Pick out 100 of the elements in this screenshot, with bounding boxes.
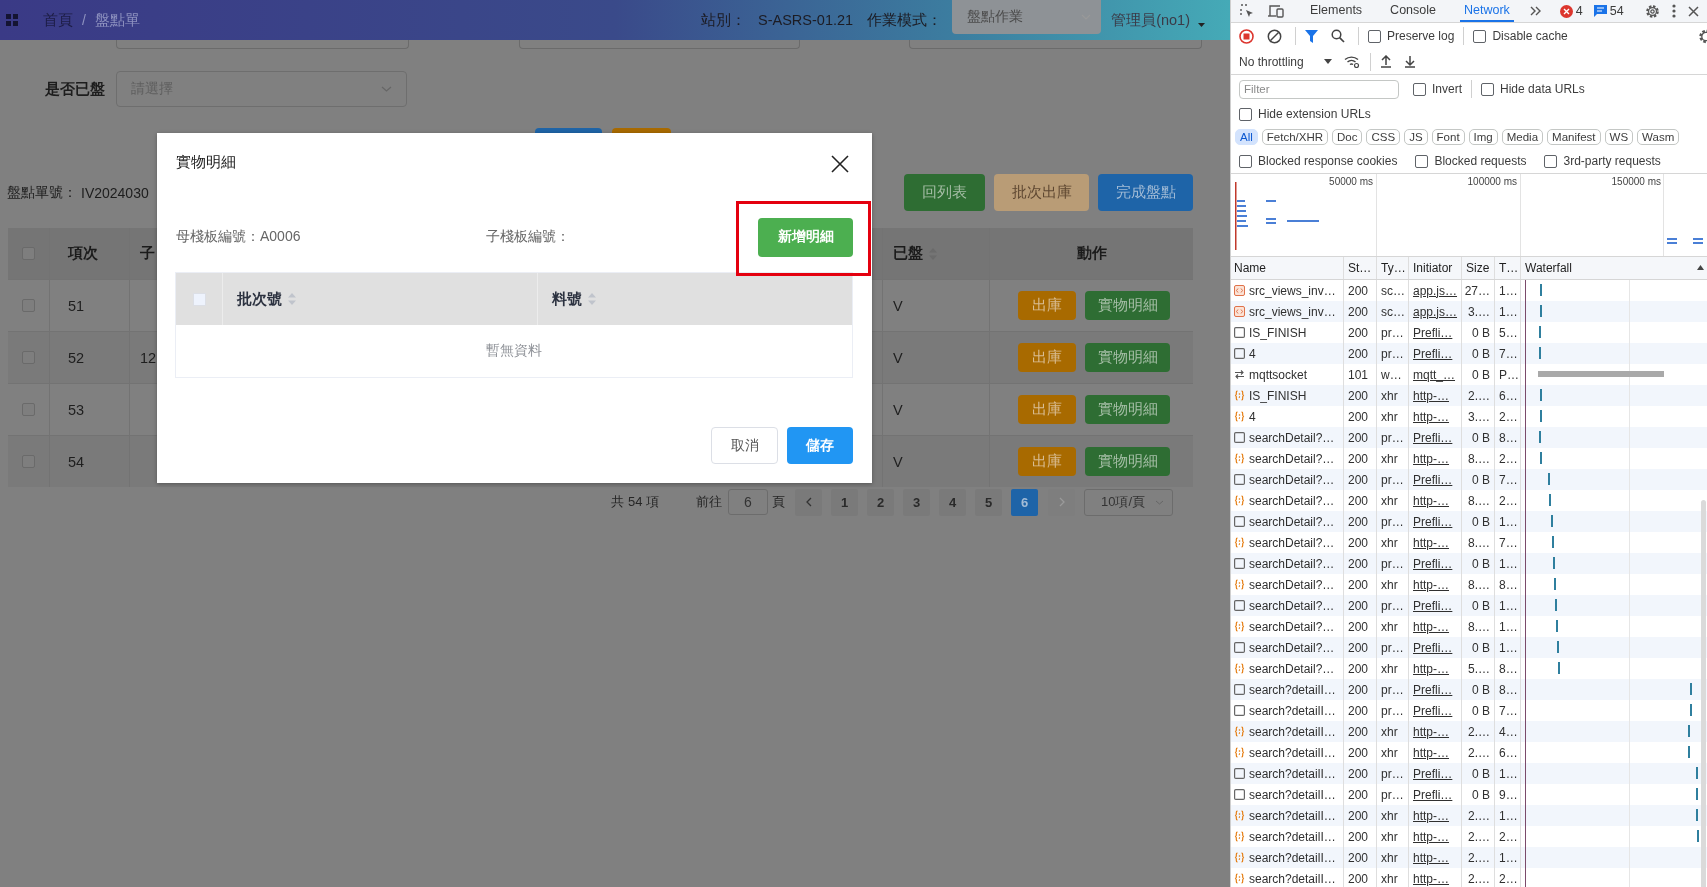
checkbox[interactable]: [1473, 29, 1487, 43]
sort-icon[interactable]: [1697, 265, 1704, 270]
initiator-link[interactable]: app.js…: [1413, 283, 1458, 298]
initiator-link[interactable]: http-…: [1413, 829, 1449, 844]
devtools-tab[interactable]: Elements: [1306, 0, 1367, 22]
type-filter-chip[interactable]: Fetch/XHR: [1261, 129, 1329, 145]
request-name[interactable]: searchDetail?…: [1249, 661, 1335, 676]
checkbox[interactable]: [1544, 154, 1558, 168]
column-header[interactable]: T…: [1495, 257, 1521, 279]
column-header[interactable]: Size: [1462, 257, 1495, 279]
dialog-button[interactable]: 取消: [711, 427, 778, 464]
request-name[interactable]: search?detailI…: [1249, 682, 1336, 697]
initiator-link[interactable]: Prefli…: [1413, 346, 1453, 361]
request-name[interactable]: src_views_inv…: [1249, 283, 1336, 298]
initiator-link[interactable]: mqtt_…: [1413, 367, 1455, 382]
request-name[interactable]: searchDetail?…: [1249, 535, 1335, 550]
input-field[interactable]: [116, 40, 409, 49]
type-filter-chip[interactable]: WS: [1604, 129, 1634, 145]
request-name[interactable]: search?detailI…: [1249, 850, 1336, 865]
type-filter-chip[interactable]: Media: [1501, 129, 1544, 145]
column-header[interactable]: St…: [1344, 257, 1377, 279]
user-menu[interactable]: 管理員(no1): [1111, 10, 1190, 30]
column-header[interactable]: 料號: [552, 289, 596, 309]
clear-icon[interactable]: [1267, 28, 1282, 44]
request-name[interactable]: search?detailI…: [1249, 724, 1336, 739]
checkbox-label[interactable]: 3rd-party requests: [1563, 154, 1661, 168]
initiator-link[interactable]: Prefli…: [1413, 703, 1453, 718]
checkbox[interactable]: [1413, 82, 1426, 96]
request-name[interactable]: 4: [1249, 346, 1256, 361]
download-icon[interactable]: [1403, 55, 1416, 68]
input-field[interactable]: [519, 40, 800, 49]
initiator-link[interactable]: http-…: [1413, 619, 1449, 634]
initiator-link[interactable]: Prefli…: [1413, 787, 1453, 802]
initiator-link[interactable]: http-…: [1413, 661, 1449, 676]
request-name[interactable]: searchDetail?…: [1249, 577, 1335, 592]
initiator-link[interactable]: http-…: [1413, 388, 1449, 403]
initiator-link[interactable]: http-…: [1413, 535, 1449, 550]
request-name[interactable]: search?detailI…: [1249, 766, 1336, 781]
network-conditions-icon[interactable]: [1343, 55, 1360, 68]
initiator-link[interactable]: Prefli…: [1413, 598, 1453, 613]
column-header[interactable]: 已盤: [893, 244, 937, 263]
column-header[interactable]: Waterfall: [1521, 257, 1699, 279]
inspect-icon[interactable]: [1239, 3, 1255, 19]
request-name[interactable]: searchDetail?…: [1249, 451, 1335, 466]
scrollbar[interactable]: [1701, 500, 1706, 887]
initiator-link[interactable]: http-…: [1413, 871, 1449, 886]
filter-icon[interactable]: [1305, 29, 1318, 43]
initiator-link[interactable]: app.js…: [1413, 304, 1458, 319]
error-count[interactable]: 4: [1575, 4, 1583, 18]
type-filter-chip[interactable]: Doc: [1332, 129, 1363, 145]
checkbox[interactable]: [1415, 154, 1429, 168]
error-icon[interactable]: [1559, 4, 1573, 18]
checkbox-label[interactable]: Blocked response cookies: [1258, 154, 1398, 168]
initiator-link[interactable]: http-…: [1413, 745, 1449, 760]
column-header[interactable]: Ty…: [1377, 257, 1409, 279]
checkbox[interactable]: [1368, 29, 1381, 43]
request-name[interactable]: searchDetail?…: [1249, 556, 1335, 571]
settings-icon[interactable]: [1698, 28, 1707, 44]
request-name[interactable]: IS_FINISH: [1249, 325, 1307, 340]
initiator-link[interactable]: Prefli…: [1413, 766, 1453, 781]
type-filter-chip[interactable]: All: [1235, 129, 1258, 145]
checkbox[interactable]: [1481, 82, 1494, 96]
type-filter-chip[interactable]: Manifest: [1547, 129, 1601, 145]
caret-icon[interactable]: [1198, 23, 1205, 27]
search-icon[interactable]: [1331, 29, 1345, 43]
checkbox-label[interactable]: Disable cache: [1492, 29, 1568, 43]
initiator-link[interactable]: http-…: [1413, 724, 1449, 739]
more-options-icon[interactable]: [1671, 4, 1676, 18]
request-name[interactable]: search?detailI…: [1249, 829, 1336, 844]
request-name[interactable]: search?detailI…: [1249, 745, 1336, 760]
initiator-link[interactable]: http-…: [1413, 808, 1449, 823]
close-icon[interactable]: [831, 155, 849, 173]
initiator-link[interactable]: http-…: [1413, 409, 1449, 424]
message-icon[interactable]: [1593, 5, 1607, 17]
request-name[interactable]: search?detailI…: [1249, 808, 1336, 823]
throttling-select[interactable]: No throttling: [1239, 54, 1304, 69]
type-filter-chip[interactable]: JS: [1404, 129, 1428, 145]
column-header[interactable]: 批次號: [237, 289, 296, 309]
request-name[interactable]: searchDetail?…: [1249, 514, 1335, 529]
column-header[interactable]: Name: [1231, 257, 1344, 279]
checkbox-label[interactable]: Hide extension URLs: [1258, 107, 1371, 121]
request-name[interactable]: mqttsocket: [1249, 367, 1308, 382]
initiator-link[interactable]: Prefli…: [1413, 682, 1453, 697]
checkbox-label[interactable]: Preserve log: [1387, 29, 1455, 43]
request-name[interactable]: 4: [1249, 409, 1256, 424]
checkbox-label[interactable]: Blocked requests: [1434, 154, 1527, 168]
input-field[interactable]: [909, 40, 1202, 49]
type-filter-chip[interactable]: Font: [1431, 129, 1465, 145]
initiator-link[interactable]: Prefli…: [1413, 472, 1453, 487]
devtools-tab[interactable]: Network: [1460, 0, 1514, 22]
checkbox[interactable]: [1239, 107, 1252, 121]
initiator-link[interactable]: http-…: [1413, 493, 1449, 508]
message-count[interactable]: 54: [1609, 4, 1624, 18]
request-name[interactable]: searchDetail?…: [1249, 640, 1335, 655]
stop-recording-icon[interactable]: [1239, 28, 1254, 44]
request-name[interactable]: searchDetail?…: [1249, 619, 1335, 634]
close-icon[interactable]: [1687, 5, 1699, 17]
checkbox-label[interactable]: Hide data URLs: [1500, 82, 1585, 96]
settings-icon[interactable]: [1644, 3, 1660, 19]
request-name[interactable]: searchDetail?…: [1249, 472, 1335, 487]
